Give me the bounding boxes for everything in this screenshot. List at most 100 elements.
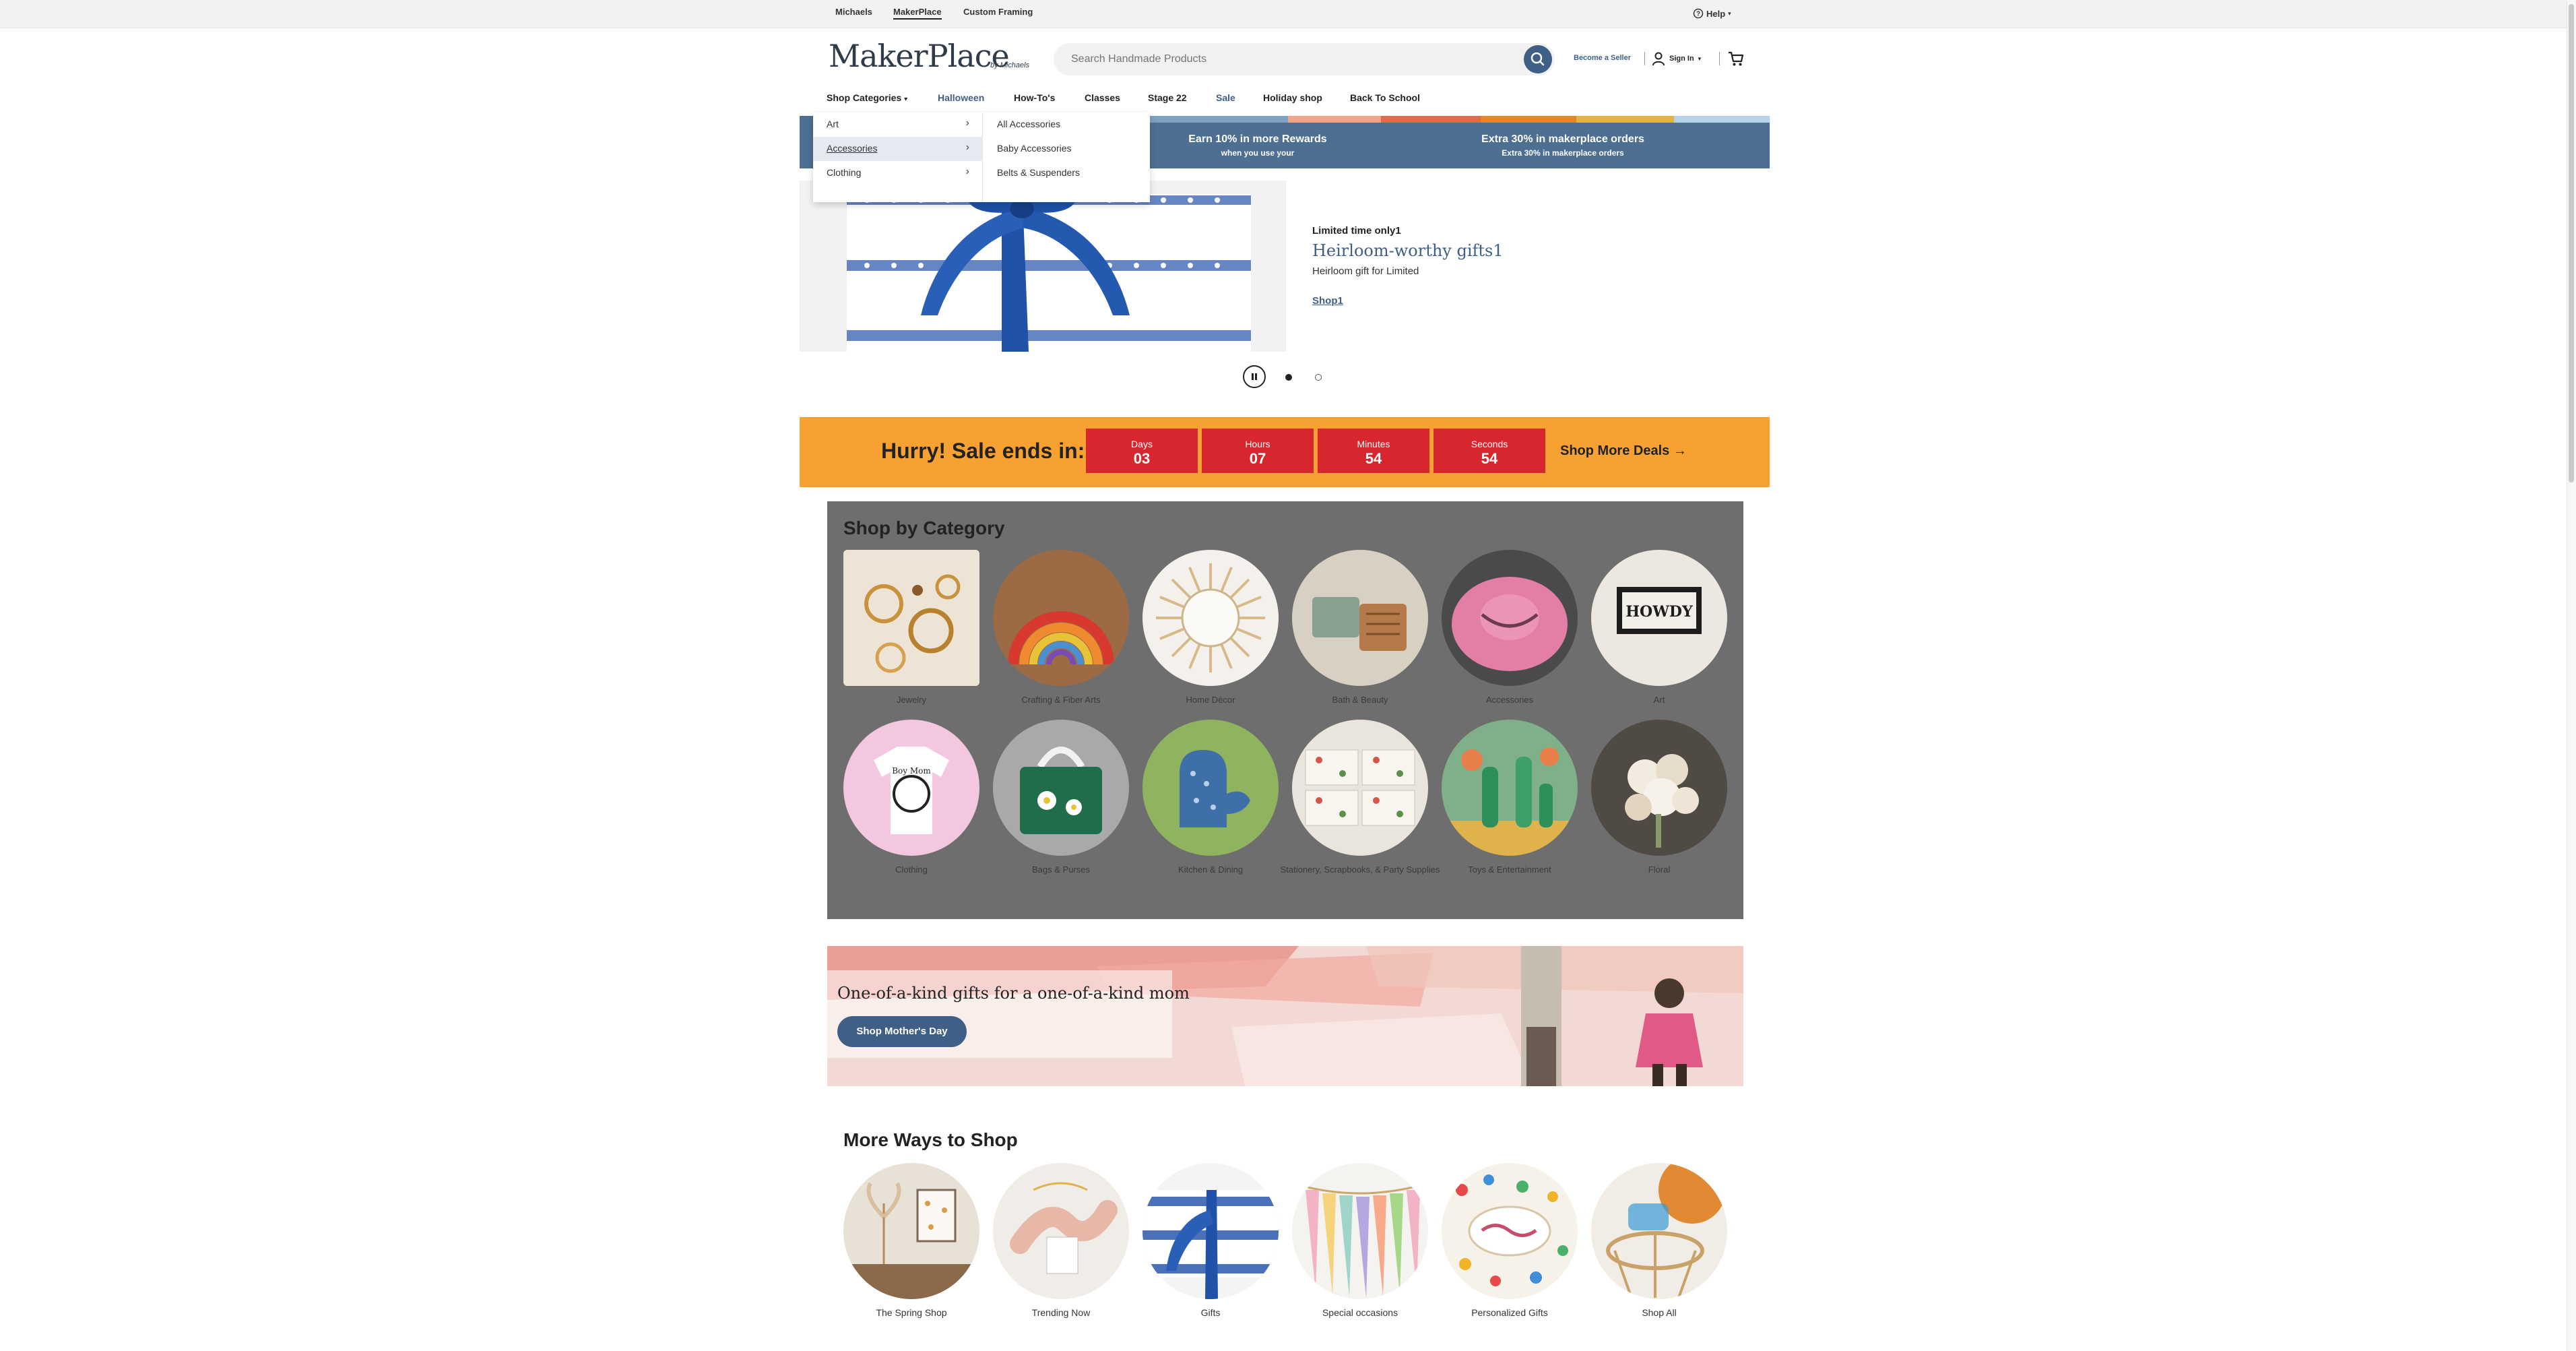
countdown-label: Seconds (1471, 439, 1508, 449)
nav-shop-categories-label: Shop Categories (827, 92, 902, 103)
help-menu[interactable]: ? Help ▾ (1693, 6, 1731, 21)
category-label-bath-beauty[interactable]: Bath & Beauty (1279, 695, 1441, 705)
carousel-pause-button[interactable] (1243, 365, 1266, 388)
search-icon (1531, 52, 1545, 66)
countdown-label: Hours (1245, 439, 1270, 449)
more-ways-shop-all-image[interactable] (1591, 1163, 1727, 1299)
category-label-stationery[interactable]: Stationery, Scrapbooks, & Party Supplies (1279, 865, 1441, 875)
countdown-days: Days 03 (1086, 429, 1198, 473)
shop-mothers-day-button[interactable]: Shop Mother's Day (837, 1016, 967, 1047)
category-jewelry-image[interactable] (843, 550, 979, 686)
dropdown-category-label: Clothing (827, 167, 862, 178)
dropdown-sub-all-accessories[interactable]: All Accessories (997, 119, 1060, 129)
category-clothing-image[interactable]: Boy Mom (843, 720, 979, 856)
category-label-bags[interactable]: Bags & Purses (980, 865, 1142, 875)
dropdown-category-label: Art (827, 119, 839, 129)
become-seller-link[interactable]: Become a Seller (1574, 54, 1631, 62)
topbar-link-michaels[interactable]: Michaels (835, 7, 872, 17)
search-button[interactable] (1524, 45, 1552, 73)
category-floral-image[interactable] (1591, 720, 1727, 856)
carousel-dot-active[interactable] (1285, 374, 1292, 381)
more-ways-label-personalized[interactable]: Personalized Gifts (1429, 1307, 1590, 1318)
category-label-kitchen[interactable]: Kitchen & Dining (1130, 865, 1291, 875)
more-ways-personalized-image[interactable] (1442, 1163, 1578, 1299)
countdown-value: 54 (1481, 450, 1498, 467)
category-bags-image[interactable] (993, 720, 1129, 856)
promo-stripe (1288, 116, 1381, 123)
nav-stage-22[interactable]: Stage 22 (1148, 92, 1187, 103)
search-bar (1054, 43, 1555, 75)
nav-shop-categories[interactable]: Shop Categories ▾ (827, 92, 907, 103)
nav-halloween[interactable]: Halloween (938, 92, 984, 103)
promo-stripe (1576, 116, 1674, 123)
chevron-right-icon: › (965, 142, 969, 153)
carousel-dot[interactable] (1315, 374, 1322, 381)
category-label-jewelry[interactable]: Jewelry (831, 695, 992, 705)
help-label: Help (1706, 8, 1726, 19)
category-kitchen-image[interactable] (1142, 720, 1279, 856)
mothers-day-headline: One-of-a-kind gifts for a one-of-a-kind … (837, 984, 1190, 1003)
category-label-home-decor[interactable]: Home Décor (1130, 695, 1291, 705)
countdown-minutes: Minutes 54 (1318, 429, 1429, 473)
countdown-hours: Hours 07 (1202, 429, 1314, 473)
more-ways-label-spring[interactable]: The Spring Shop (831, 1307, 992, 1318)
hero-shop-link[interactable]: Shop1 (1312, 295, 1343, 307)
category-label-crafting[interactable]: Crafting & Fiber Arts (980, 695, 1142, 705)
more-ways-label-trending[interactable]: Trending Now (980, 1307, 1142, 1318)
scrollbar-thumb[interactable] (2569, 4, 2574, 482)
dropdown-sub-belts-suspenders[interactable]: Belts & Suspenders (997, 167, 1080, 178)
category-label-floral[interactable]: Floral (1578, 865, 1740, 875)
makerplace-logo[interactable]: MakerPlace (829, 38, 1010, 74)
chevron-right-icon: › (965, 117, 969, 129)
dropdown-category-accessories[interactable]: Accessories › (813, 137, 983, 161)
nav-sale[interactable]: Sale (1216, 92, 1235, 103)
category-label-clothing[interactable]: Clothing (831, 865, 992, 875)
category-accessories-image[interactable] (1442, 550, 1578, 686)
utility-bar (0, 0, 2576, 28)
dropdown-sub-baby-accessories[interactable]: Baby Accessories (997, 143, 1072, 154)
caret-down-icon: ▾ (1698, 55, 1702, 62)
dropdown-category-art[interactable]: Art › (813, 113, 983, 137)
category-art-image[interactable]: HOWDY (1591, 550, 1727, 686)
search-input[interactable] (1071, 51, 1489, 67)
nav-how-tos[interactable]: How-To's (1014, 92, 1055, 103)
nav-classes[interactable]: Classes (1085, 92, 1120, 103)
category-stationery-image[interactable] (1292, 720, 1428, 856)
promo-rewards-title[interactable]: Earn 10% in more Rewards (1150, 133, 1365, 146)
more-ways-occasions-image[interactable] (1292, 1163, 1428, 1299)
more-ways-title: More Ways to Shop (843, 1129, 1018, 1150)
countdown-label: Days (1131, 439, 1153, 449)
category-label-toys[interactable]: Toys & Entertainment (1429, 865, 1590, 875)
topbar-link-custom-framing[interactable]: Custom Framing (963, 7, 1033, 17)
shop-more-deals-link[interactable]: Shop More Deals → (1560, 443, 1687, 459)
category-label-art[interactable]: Art (1578, 695, 1740, 705)
dropdown-category-clothing[interactable]: Clothing › (813, 161, 983, 185)
more-ways-label-gifts[interactable]: Gifts (1130, 1307, 1291, 1318)
category-toys-image[interactable] (1442, 720, 1578, 856)
category-home-decor-image[interactable] (1142, 550, 1279, 686)
hero-subtitle: Heirloom gift for Limited (1312, 265, 1419, 277)
promo-extra-subtitle: Extra 30% in makerplace orders (1502, 148, 1624, 158)
category-bath-beauty-image[interactable] (1292, 550, 1428, 686)
cart-button[interactable] (1727, 50, 1745, 71)
more-ways-label-occasions[interactable]: Special occasions (1279, 1307, 1441, 1318)
countdown-value: 03 (1133, 450, 1151, 467)
nav-back-to-school[interactable]: Back To School (1350, 92, 1420, 103)
svg-text:HOWDY: HOWDY (1625, 603, 1693, 621)
promo-extra-title[interactable]: Extra 30% in makerplace orders (1462, 133, 1664, 146)
topbar-link-makerplace[interactable]: MakerPlace (893, 7, 942, 20)
category-label-accessories[interactable]: Accessories (1429, 695, 1590, 705)
hero-image-gift[interactable] (800, 181, 1286, 352)
nav-holiday-shop[interactable]: Holiday shop (1263, 92, 1322, 103)
sign-in-menu[interactable]: Sign In ▾ (1652, 50, 1701, 67)
category-crafting-image[interactable] (993, 550, 1129, 686)
more-ways-gifts-image[interactable] (1142, 1163, 1279, 1299)
cart-icon (1729, 51, 1744, 66)
promo-rewards-subtitle: when you use your (1221, 148, 1295, 158)
shop-by-category-title: Shop by Category (843, 517, 1005, 538)
more-ways-label-shop-all[interactable]: Shop All (1578, 1307, 1740, 1318)
countdown-value: 54 (1365, 450, 1382, 467)
more-ways-spring-image[interactable] (843, 1163, 979, 1299)
sale-headline: Hurry! Sale ends in: (881, 439, 1085, 463)
more-ways-trending-image[interactable] (993, 1163, 1129, 1299)
